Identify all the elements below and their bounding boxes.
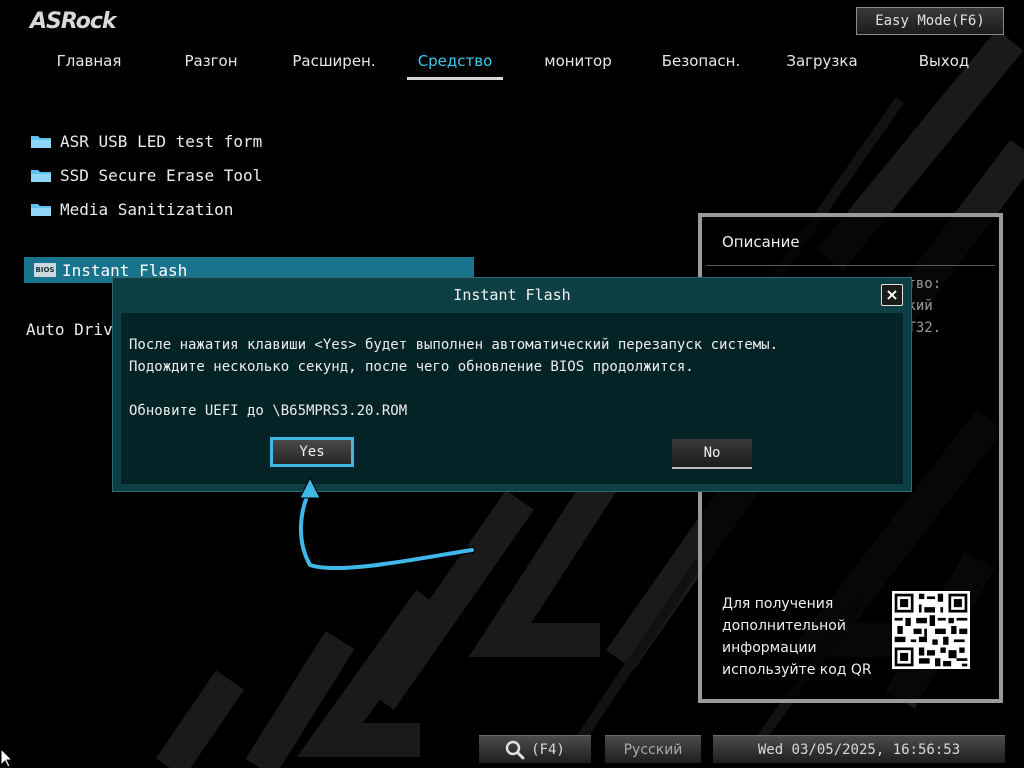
search-button[interactable]: (F4): [479, 735, 591, 763]
qr-code-icon: [892, 591, 970, 669]
menu-item-asr-usb-led[interactable]: ASR USB LED test form: [30, 128, 262, 154]
folder-icon: [31, 136, 51, 148]
tab-advanced[interactable]: Расширен.: [290, 50, 378, 80]
tab-monitor[interactable]: монитор: [542, 50, 614, 80]
tab-main[interactable]: Главная: [54, 50, 124, 80]
dialog-body: После нажатия клавиши <Yes> будет выполн…: [121, 313, 903, 484]
bios-screen: ASRock Easy Mode(F6) Главная Разгон Расш…: [0, 0, 1024, 768]
qr-info-line: информации: [722, 640, 817, 656]
no-button[interactable]: No: [672, 439, 752, 469]
menu-item-label: SSD Secure Erase Tool: [60, 165, 263, 185]
tab-security[interactable]: Безопасн.: [660, 50, 742, 80]
folder-icon: [31, 204, 51, 216]
dialog-file-line: Обновите UEFI до \B65MPRS3.20.ROM: [129, 403, 408, 419]
description-title: Описание: [722, 233, 800, 251]
description-divider: [706, 265, 995, 266]
menu-item-media-sanitization[interactable]: Media Sanitization: [30, 196, 233, 222]
datetime-display: Wed 03/05/2025, 16:56:53: [713, 735, 1005, 763]
dialog-title: Instant Flash: [453, 286, 571, 304]
yes-button[interactable]: Yes: [270, 437, 354, 467]
menu-item-label: ASR USB LED test form: [60, 131, 263, 151]
instant-flash-dialog: Instant Flash × После нажатия клавиши <Y…: [112, 277, 912, 492]
tab-tool[interactable]: Средство: [407, 50, 503, 80]
menu-item-ssd-secure-erase[interactable]: SSD Secure Erase Tool: [30, 162, 262, 188]
search-shortcut-label: (F4): [531, 742, 565, 758]
dialog-message-line: После нажатия клавиши <Yes> будет выполн…: [129, 337, 779, 353]
tab-boot[interactable]: Загрузка: [786, 50, 858, 80]
close-icon[interactable]: ×: [881, 284, 903, 306]
asrock-logo: ASRock: [30, 9, 117, 34]
qr-info-text: Для получения дополнительной информации …: [722, 593, 892, 681]
dialog-message-line: Подождите несколько секунд, после чего о…: [129, 359, 694, 375]
mouse-cursor-icon: [0, 748, 12, 768]
qr-info-line: Для получения: [722, 596, 834, 612]
qr-info-line: используйте код QR: [722, 662, 872, 678]
tab-exit[interactable]: Выход: [916, 50, 972, 80]
search-icon: [505, 740, 525, 760]
folder-icon: [31, 170, 51, 182]
qr-info-line: дополнительной: [722, 618, 846, 634]
main-nav: Главная Разгон Расширен. Средство монито…: [0, 50, 1024, 82]
bios-icon: BIOS: [34, 263, 56, 277]
menu-item-label: Media Sanitization: [60, 199, 234, 219]
language-button[interactable]: Русский: [605, 735, 701, 763]
tab-oc[interactable]: Разгон: [180, 50, 242, 80]
easy-mode-button[interactable]: Easy Mode(F6): [856, 7, 1004, 35]
